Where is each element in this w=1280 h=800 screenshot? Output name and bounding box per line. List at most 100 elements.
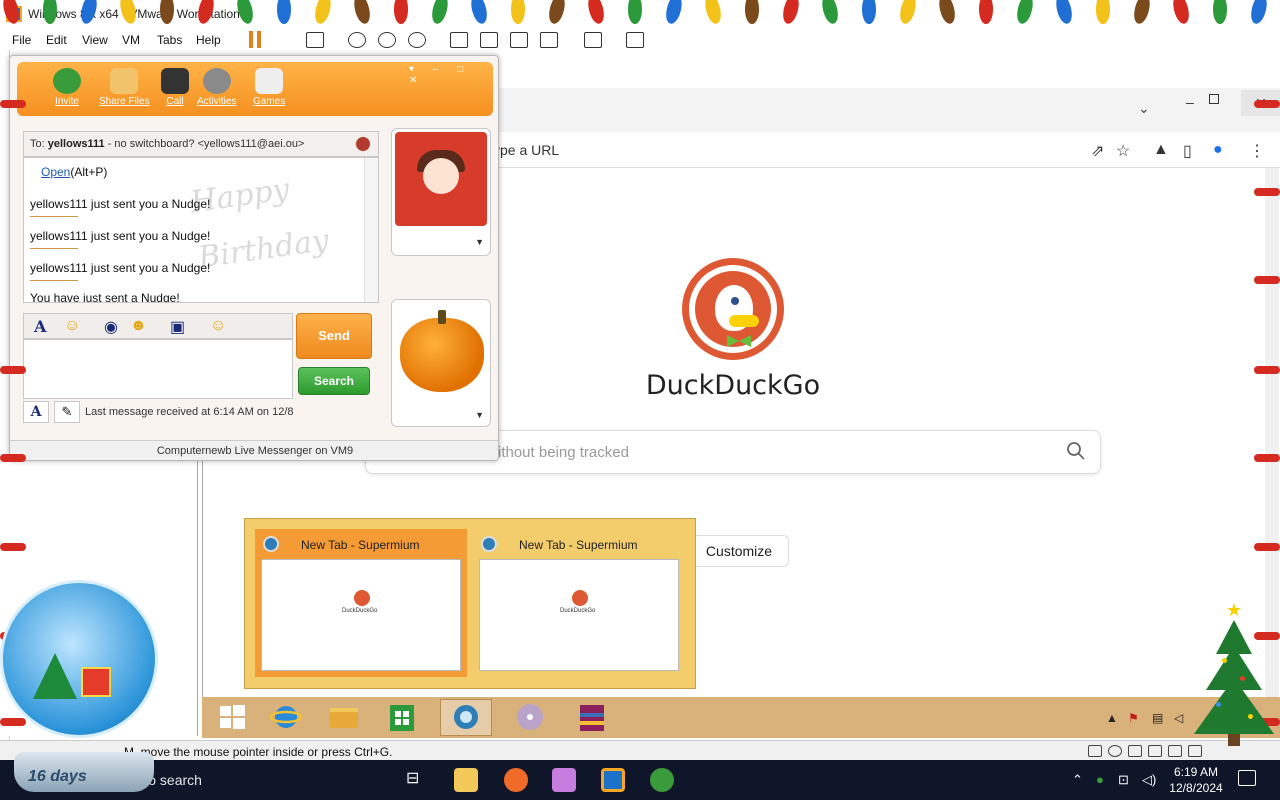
activities-icon <box>202 68 231 94</box>
chevron-down-icon[interactable]: ▼ <box>475 410 484 420</box>
thumbnail-title: New Tab - Supermium <box>519 538 638 552</box>
send-ctrl-alt-del-icon[interactable] <box>306 32 324 48</box>
media-player-icon[interactable] <box>504 699 556 736</box>
chevron-down-icon[interactable]: ▼ <box>475 237 484 247</box>
start-button[interactable] <box>206 699 258 736</box>
minimize-button[interactable]: – <box>1186 94 1194 110</box>
menu-vm[interactable]: VM <box>122 33 140 47</box>
emoticon-icon[interactable]: ☺ <box>64 317 80 335</box>
vmware-statusbar: M, move the mouse pointer inside or pres… <box>0 740 1280 760</box>
full-screen-icon[interactable] <box>510 32 528 48</box>
menu-view[interactable]: View <box>82 33 108 47</box>
share-icon[interactable]: ⇗ <box>1091 141 1104 161</box>
network-adapter-icon[interactable] <box>1148 745 1162 757</box>
duckduckgo-logo <box>682 258 784 360</box>
file-explorer-icon[interactable] <box>454 768 478 792</box>
thumbnail-image: DuckDuckGo <box>479 559 679 671</box>
network-icon[interactable]: ▤ <box>1152 711 1163 725</box>
call-button[interactable]: Call <box>161 68 189 107</box>
thumbnail-window-1[interactable]: New Tab - Supermium DuckDuckGo <box>255 529 467 677</box>
contact-avatar[interactable] <box>395 132 487 226</box>
firefox-icon[interactable] <box>504 768 528 792</box>
activities-button[interactable]: Activities <box>197 68 236 107</box>
messenger-window-controls[interactable]: ▾ – □ ✕ <box>409 64 493 86</box>
cd-icon[interactable] <box>1108 745 1122 757</box>
games-icon <box>255 68 284 94</box>
nudge-icon[interactable]: ◉ <box>104 317 118 337</box>
snapshot-manager-icon[interactable] <box>408 32 426 48</box>
handwriting-icon[interactable]: ✎ <box>54 401 80 423</box>
chat-message: You have just sent a Nudge! <box>30 291 180 303</box>
revert-snapshot-icon[interactable] <box>378 32 396 48</box>
clock[interactable]: 6:19 AM 12/8/2024 <box>1162 764 1230 796</box>
notifications-icon[interactable] <box>1238 770 1256 786</box>
messenger-footer: Computernewb Live Messenger on VM9 <box>10 440 498 460</box>
games-button[interactable]: Games <box>253 68 285 107</box>
chat-history[interactable]: Happy Birthday Open(Alt+P) yellows111 jus… <box>23 157 379 303</box>
messenger-tray-icon[interactable]: ● <box>1096 772 1104 787</box>
search-icon[interactable] <box>1066 441 1086 461</box>
console-view-icon[interactable] <box>584 32 602 48</box>
invite-button[interactable]: Invite <box>53 68 81 107</box>
menu-tabs[interactable]: Tabs <box>157 33 182 47</box>
edit-mode-icon[interactable]: A <box>23 401 49 423</box>
thumbnail-bar-icon[interactable] <box>480 32 498 48</box>
voice-clip-icon[interactable]: ☺ <box>210 317 226 335</box>
background-icon[interactable]: ▣ <box>170 317 185 337</box>
store-icon[interactable] <box>376 699 428 736</box>
phone-icon <box>161 68 189 94</box>
wink-icon[interactable]: ☻ <box>130 317 147 335</box>
usb-icon[interactable] <box>1168 745 1182 757</box>
message-input[interactable] <box>23 339 293 399</box>
side-panel-icon[interactable]: ▯ <box>1183 141 1192 161</box>
guest-taskbar: ▲ ⚑ ▤ ◁ <box>202 697 1280 738</box>
open-file-link[interactable]: Open(Alt+P) <box>41 165 107 179</box>
pumpkin-avatar[interactable] <box>400 318 484 392</box>
hard-disk-icon[interactable] <box>1088 745 1102 757</box>
internet-explorer-icon[interactable] <box>260 699 312 736</box>
chat-message: yellows111 just sent you a Nudge! <box>30 197 210 217</box>
task-view-icon[interactable]: ⊟ <box>406 768 430 792</box>
bookmark-star-icon[interactable]: ☆ <box>1116 141 1130 161</box>
menu-help[interactable]: Help <box>196 33 221 47</box>
stretch-guest-icon[interactable] <box>626 32 644 48</box>
tab-search-icon[interactable]: ⌄ <box>1138 100 1150 117</box>
menu-kebab-icon[interactable]: ⋮ <box>1249 141 1265 161</box>
menu-edit[interactable]: Edit <box>46 33 67 47</box>
share-files-button[interactable]: Share Files <box>99 68 150 107</box>
search-button[interactable]: Search <box>298 367 370 395</box>
winrar-icon[interactable] <box>566 699 618 736</box>
vmware-workstation-icon[interactable] <box>601 768 625 792</box>
sound-card-icon[interactable] <box>1188 745 1202 757</box>
action-center-icon[interactable]: ⚑ <box>1128 711 1139 725</box>
pause-icon[interactable] <box>249 31 261 48</box>
send-button[interactable]: Send <box>296 313 372 359</box>
show-library-icon[interactable] <box>450 32 468 48</box>
maximize-button[interactable] <box>1209 94 1219 104</box>
file-explorer-icon[interactable] <box>318 699 370 736</box>
extensions-icon[interactable]: ▲ <box>1153 141 1169 159</box>
contact-status-icon[interactable] <box>354 135 372 153</box>
network-icon[interactable]: ⊡ <box>1118 772 1129 788</box>
light-bulb <box>1254 100 1280 108</box>
unity-icon[interactable] <box>540 32 558 48</box>
messenger-window: Invite Share Files Call Activities Games… <box>9 55 499 461</box>
volume-icon[interactable]: ◁) <box>1142 772 1156 788</box>
volume-icon[interactable]: ◁ <box>1174 711 1183 725</box>
chat-scrollbar[interactable] <box>364 158 378 302</box>
floppy-icon[interactable] <box>1128 745 1142 757</box>
thumbnail-window-2[interactable]: New Tab - Supermium DuckDuckGo <box>473 529 685 677</box>
show-hidden-icons[interactable]: ⌃ <box>1072 772 1083 788</box>
customize-button[interactable]: Customize <box>689 535 789 567</box>
font-icon[interactable]: A <box>34 317 46 336</box>
messenger-toolbar: Invite Share Files Call Activities Games… <box>17 62 493 116</box>
snapshot-icon[interactable] <box>348 32 366 48</box>
light-bulb <box>1254 366 1280 374</box>
status-line: A ✎ Last message received at 6:14 AM on … <box>23 401 383 425</box>
tray-overflow-icon[interactable]: ▲ <box>1106 711 1118 725</box>
menu-file[interactable]: File <box>12 33 31 47</box>
app-icon[interactable] <box>552 768 576 792</box>
messenger-icon[interactable] <box>650 768 674 792</box>
profile-icon[interactable]: ● <box>1213 141 1223 159</box>
supermium-taskbar-button[interactable] <box>440 699 492 736</box>
